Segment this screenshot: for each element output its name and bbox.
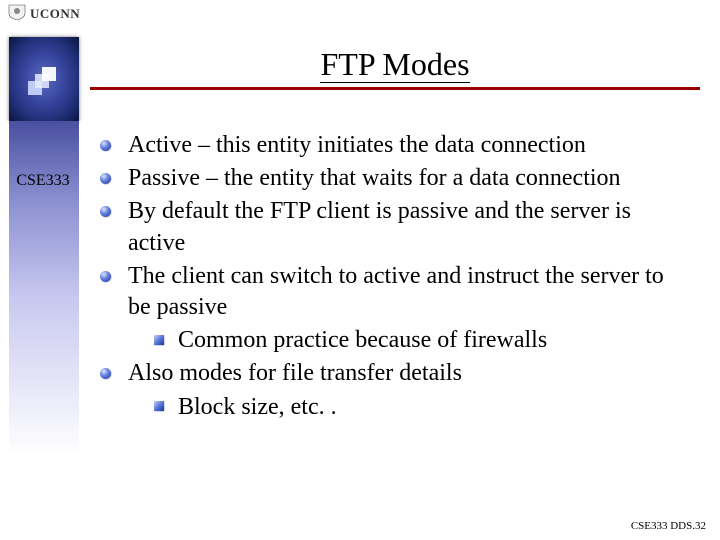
bullet-text: Also modes for file transfer details [128,360,462,386]
sub-bullet-item: Block size, etc. . [154,392,690,423]
circle-bullet-icon [100,368,111,379]
circle-bullet-icon [100,140,111,151]
department-seal-icon [9,37,79,121]
bullet-item: The client can switch to active and inst… [100,261,690,357]
circle-bullet-icon [100,206,111,217]
bullet-text: Active – this entity initiates the data … [128,132,586,158]
square-bullet-icon [154,335,164,345]
circle-bullet-icon [100,173,111,184]
bullet-item: Active – this entity initiates the data … [100,130,690,161]
slide-content: Active – this entity initiates the data … [100,130,690,425]
sub-bullet-text: Common practice because of firewalls [178,327,547,353]
bullet-text: Passive – the entity that waits for a da… [128,165,621,191]
bullet-item: By default the FTP client is passive and… [100,196,690,258]
square-bullet-icon [154,401,164,411]
slide-footer: CSE333 DDS.32 [631,520,706,532]
sub-bullet-text: Block size, etc. . [178,394,337,420]
sub-bullet-item: Common practice because of firewalls [154,325,690,356]
bullet-text: By default the FTP client is passive and… [128,198,631,255]
bullet-item: Passive – the entity that waits for a da… [100,163,690,194]
circle-bullet-icon [100,271,111,282]
bullet-text: The client can switch to active and inst… [128,263,664,320]
title-row: FTP Modes [90,40,700,90]
uconn-shield-icon [8,4,26,20]
institution-name: UCONN [30,6,80,22]
course-label: CSE333 [10,172,76,190]
page-title: FTP Modes [320,48,469,83]
bullet-item: Also modes for file transfer details Bloc… [100,358,690,422]
